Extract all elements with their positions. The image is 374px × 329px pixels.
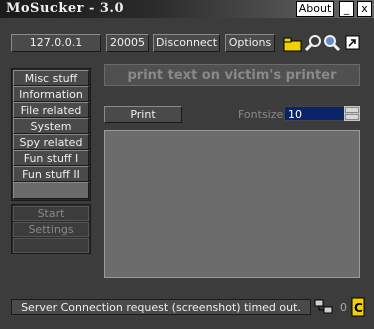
settings-button: Settings [13, 222, 89, 237]
sidebar-secondary: Start Settings [11, 204, 91, 254]
zoom-screenshot-icon[interactable] [322, 33, 342, 53]
network-connection-icon [314, 299, 333, 314]
ip-address-field[interactable]: 127.0.0.1 [11, 34, 101, 52]
print-text-area[interactable] [104, 130, 360, 278]
window-title: MoSucker - 3.0 [6, 1, 125, 16]
main-window: MoSucker - 3.0 About _ x 127.0.0.1 20005… [0, 0, 374, 329]
fontsize-spinner[interactable] [344, 106, 360, 121]
sidebar-item-fun-stuff-1[interactable]: Fun stuff I [13, 150, 89, 166]
disconnect-button[interactable]: Disconnect [153, 34, 220, 52]
sidebar-item-file-related[interactable]: File related [13, 102, 89, 118]
connection-count: 0 [340, 301, 347, 314]
print-button[interactable]: Print [104, 106, 182, 123]
sidebar-item-system[interactable]: System [13, 118, 89, 134]
external-link-icon[interactable] [345, 35, 361, 51]
sidebar-item-misc-stuff[interactable]: Misc stuff [13, 70, 89, 86]
about-button[interactable]: About [296, 1, 334, 17]
svg-text:C: C [354, 301, 363, 315]
sidebar-nav: Misc stuff Information File related Syst… [11, 68, 91, 201]
fontsize-label: Fontsize [238, 108, 284, 121]
title-bar[interactable]: MoSucker - 3.0 About _ x [0, 0, 374, 18]
sidebar-item-spy-related[interactable]: Spy related [13, 134, 89, 150]
close-button[interactable]: x [357, 1, 372, 17]
spin-down-icon[interactable] [345, 114, 359, 120]
trojan-status-icon: C [351, 297, 365, 317]
options-button[interactable]: Options [225, 34, 275, 52]
sidebar-item-empty[interactable] [13, 182, 89, 199]
section-header: print text on victim's printer [104, 64, 360, 86]
search-icon[interactable] [304, 34, 322, 52]
sidebar-item-information[interactable]: Information [13, 86, 89, 102]
spin-up-icon[interactable] [345, 107, 359, 113]
start-button: Start [13, 206, 89, 221]
folder-icon[interactable] [283, 36, 303, 52]
sidebar-item-fun-stuff-2[interactable]: Fun stuff II [13, 166, 89, 182]
port-field[interactable]: 20005 [106, 34, 149, 52]
secondary-empty [13, 238, 89, 253]
status-bar: Server Connection request (screenshot) t… [11, 299, 311, 315]
minimize-button[interactable]: _ [339, 1, 354, 17]
